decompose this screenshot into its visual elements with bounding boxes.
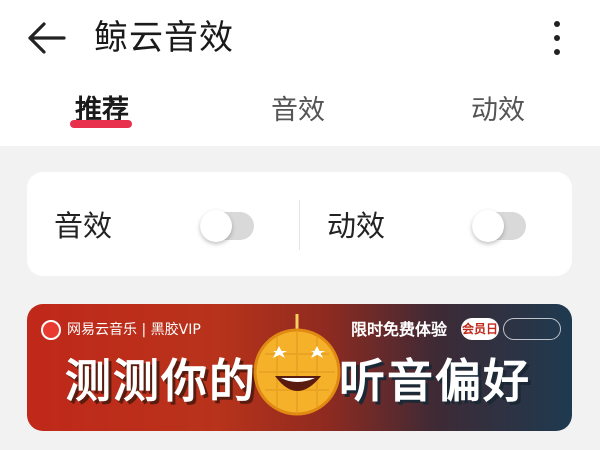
- disco-ball-mascot-icon: [253, 314, 341, 416]
- member-day-badge: 会员日: [461, 318, 499, 340]
- netease-music-logo-icon: [41, 320, 61, 340]
- motion-effects-label: 动效: [327, 209, 386, 243]
- toggle-knob: [200, 210, 232, 242]
- more-options-icon[interactable]: [545, 16, 569, 60]
- motion-effects-toggle[interactable]: [472, 210, 526, 242]
- banner-brand-text: 网易云音乐 | 黑胶VIP: [67, 322, 201, 338]
- divider: [299, 200, 300, 250]
- tab-motion-effects[interactable]: 动效: [466, 92, 530, 130]
- toggle-knob: [472, 210, 504, 242]
- toggles-card: 音效 动效: [27, 172, 572, 276]
- back-arrow-icon[interactable]: [26, 20, 68, 56]
- banner-headline-left: 测测你的: [65, 354, 257, 408]
- member-day-date-badge: [503, 318, 561, 340]
- active-tab-indicator: [70, 120, 132, 128]
- page-title: 鲸云音效: [94, 18, 234, 58]
- promo-banner[interactable]: 网易云音乐 | 黑胶VIP 限时免费体验 会员日 测测你的 听音偏好: [27, 304, 572, 431]
- sound-effects-toggle[interactable]: [200, 210, 254, 242]
- banner-headline-right: 听音偏好: [339, 354, 531, 408]
- sound-effects-label: 音效: [54, 209, 113, 243]
- top-bar: 鲸云音效 推荐 音效 动效: [0, 0, 600, 146]
- tab-sound-effects[interactable]: 音效: [266, 92, 330, 130]
- banner-offer-text: 限时免费体验: [351, 320, 448, 339]
